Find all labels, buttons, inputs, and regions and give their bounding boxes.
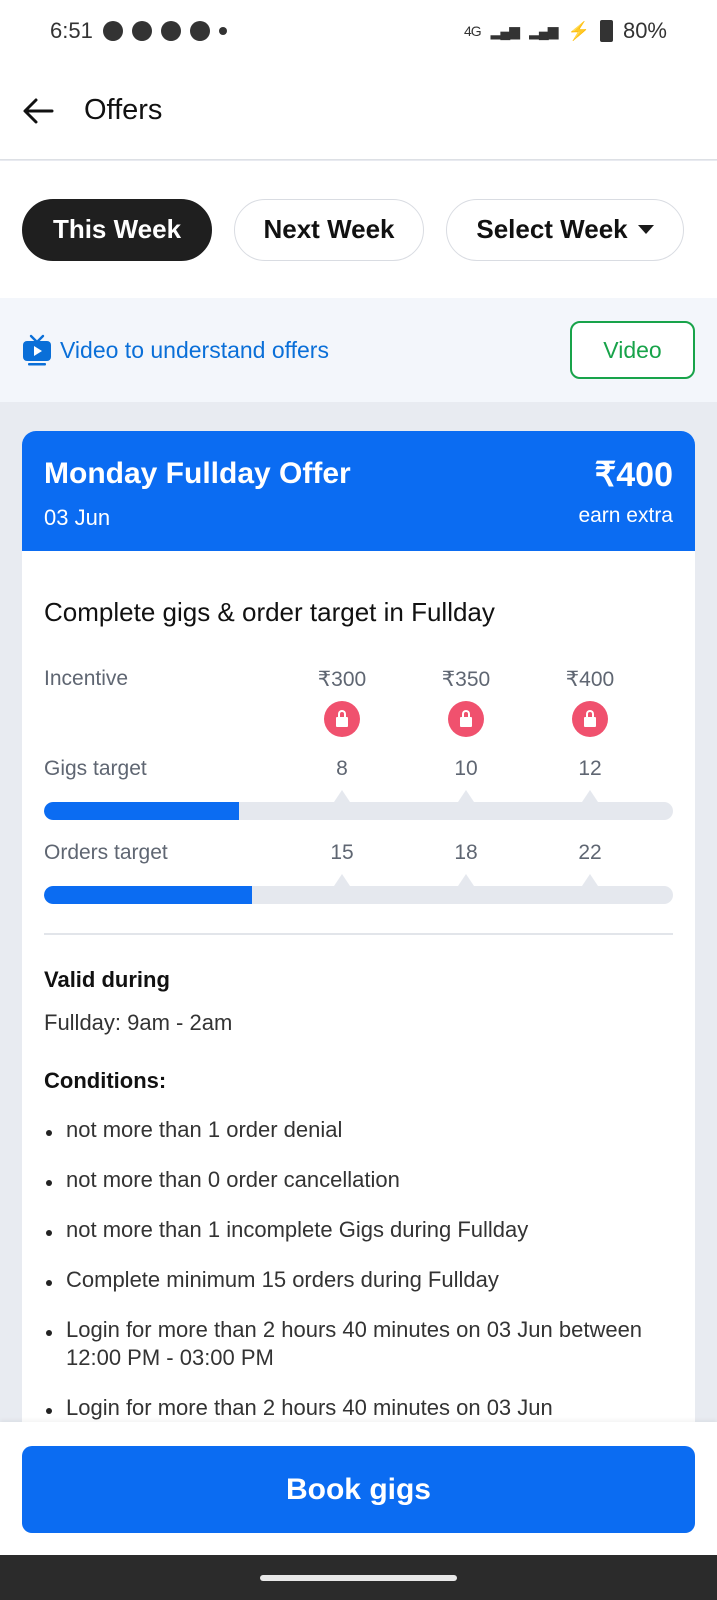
conditions-heading: Conditions:: [44, 1068, 167, 1093]
battery-icon: [599, 20, 613, 42]
video-help-link[interactable]: Video to understand offers: [22, 334, 329, 366]
network-label: 4G: [463, 23, 482, 39]
book-gigs-label: Book gigs: [285, 1472, 431, 1506]
orders-target-value: 15: [330, 841, 354, 864]
offer-amount: ₹400: [594, 456, 673, 494]
select-week-dropdown[interactable]: Select Week: [446, 198, 684, 261]
caret-down-icon: [637, 225, 654, 234]
notification-icons: [102, 21, 227, 41]
divider: [44, 933, 673, 935]
status-right: 4G ▂▄▆ ▂▄▆ ⚡ 80%: [464, 18, 667, 44]
orders-target-label: Orders target: [44, 841, 168, 864]
incentive-value: ₹350: [441, 668, 491, 691]
bottom-bar: Book gigs: [0, 1422, 717, 1555]
progress-tick: [582, 790, 598, 802]
list-item: not more than 1 order denial: [44, 1116, 664, 1144]
home-gesture-handle[interactable]: [260, 1575, 457, 1581]
tab-next-week[interactable]: Next Week: [234, 198, 424, 261]
tv-icon: [23, 334, 51, 366]
orders-target-value: 18: [454, 841, 478, 864]
snapchat-icon: [102, 21, 123, 41]
tab-label: Next Week: [263, 214, 395, 244]
page-title: Offers: [84, 94, 163, 126]
gigs-target-value: 10: [454, 757, 478, 780]
offer-card-header: Monday Fullday Offer 03 Jun ₹400 earn ex…: [22, 431, 695, 551]
book-gigs-button[interactable]: Book gigs: [22, 1446, 695, 1533]
back-button[interactable]: [20, 93, 56, 129]
lock-icon: [324, 701, 360, 737]
lock-icon: [448, 701, 484, 737]
tab-label: Select Week: [476, 214, 628, 244]
list-item: not more than 1 incomplete Gigs during F…: [44, 1216, 664, 1244]
status-time: 6:51: [50, 18, 93, 43]
video-link-label: Video to understand offers: [60, 336, 329, 363]
offer-card-body: Complete gigs & order target in Fullday …: [22, 551, 695, 1431]
orders-target-value: 22: [578, 841, 602, 864]
chat-icon: [160, 21, 181, 41]
system-nav-bar: [0, 1555, 717, 1600]
progress-tick: [582, 874, 598, 886]
chat-icon: [189, 21, 210, 41]
status-bar: 6:51 4G ▂▄▆ ▂▄▆ ⚡ 80%: [0, 0, 717, 62]
incentive-label: Incentive: [44, 667, 129, 690]
progress-tick: [334, 790, 350, 802]
gigs-target-value: 12: [578, 757, 602, 780]
wifi-icon: ⚡: [567, 20, 590, 41]
gigs-progress-bar: [44, 802, 673, 820]
incentive-value: ₹400: [565, 668, 615, 691]
status-left: 6:51: [50, 18, 227, 44]
app-header: Offers: [0, 62, 717, 160]
progress-tick: [458, 874, 474, 886]
progress-tick: [458, 790, 474, 802]
signal-icon: ▂▄▆: [490, 22, 520, 39]
week-tabs: This Week Next Week Select Week: [0, 161, 717, 298]
list-item: not more than 0 order cancellation: [44, 1166, 664, 1194]
battery-level: 80%: [622, 18, 667, 43]
offer-card: Monday Fullday Offer 03 Jun ₹400 earn ex…: [22, 431, 695, 1431]
offer-amount-caption: earn extra: [578, 504, 673, 527]
video-button-label: Video: [603, 336, 662, 363]
tab-label: This Week: [52, 214, 182, 244]
tab-this-week[interactable]: This Week: [22, 198, 212, 261]
gigs-target-label: Gigs target: [44, 757, 147, 780]
orders-progress-bar: [44, 886, 673, 904]
gigs-progress-fill: [44, 802, 239, 820]
valid-text: Fullday: 9am - 2am: [44, 1010, 233, 1035]
lock-icon: [572, 701, 608, 737]
progress-tick: [334, 874, 350, 886]
orders-progress-fill: [44, 886, 252, 904]
valid-heading: Valid during: [44, 967, 170, 992]
target-heading: Complete gigs & order target in Fullday: [44, 597, 495, 627]
arrow-left-icon: [23, 98, 54, 123]
video-bar: Video to understand offers Video: [0, 298, 717, 402]
list-item: Complete minimum 15 orders during Fullda…: [44, 1266, 664, 1294]
incentive-value: ₹300: [317, 668, 367, 691]
offer-title: Monday Fullday Offer: [44, 457, 351, 490]
gigs-target-value: 8: [336, 757, 348, 780]
dot-icon: [218, 27, 227, 35]
list-item: Login for more than 2 hours 40 minutes o…: [44, 1316, 664, 1372]
signal-icon: ▂▄▆: [529, 22, 558, 39]
list-item: Login for more than 2 hours 40 minutes o…: [44, 1394, 664, 1422]
video-button[interactable]: Video: [570, 321, 695, 379]
snapchat-icon: [131, 21, 152, 41]
